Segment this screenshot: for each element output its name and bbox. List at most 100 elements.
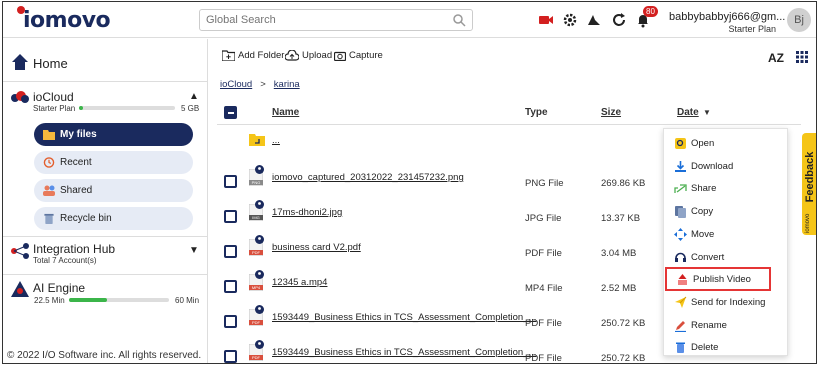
sidebar-item-label: My files [60,129,97,140]
file-size: 2.52 MB [601,283,637,294]
breadcrumb-separator: > [260,79,266,90]
context-menu-item-convert[interactable]: Convert [664,246,789,268]
row-checkbox[interactable] [224,315,237,328]
notification-badge: 80 [643,6,658,17]
capture-button[interactable]: Capture [333,50,383,62]
context-menu-item-rename[interactable]: Rename [664,314,789,336]
add-folder-icon [221,50,236,62]
row-checkbox[interactable] [224,175,237,188]
context-menu-label: Send for Indexing [691,296,766,308]
feedback-text: Feedback [804,151,816,203]
breadcrumb-root[interactable]: ioCloud [220,79,252,90]
sidebar: Home ioCloud ▲ Starter Plan 5 GB My file… [3,39,208,363]
file-name[interactable]: 1593449_Business Ethics in TCS_Assessmen… [272,347,536,358]
chevron-down-icon[interactable]: ▼ [189,245,199,256]
feedback-tab[interactable]: Feedback iomovo [802,131,816,235]
global-search[interactable] [199,9,473,31]
add-folder-label: Add Folder [238,50,285,62]
user-email[interactable]: babbybabbyj666@gm... [669,11,785,23]
file-size: 13.37 KB [601,213,641,224]
file-name[interactable]: 17ms-dhoni2.jpg [272,207,342,218]
file-type: PNG File [525,178,564,189]
refresh-icon[interactable] [611,12,627,28]
theme-toggle-icon[interactable] [586,12,602,28]
file-name[interactable]: 12345 a.mp4 [272,277,327,288]
context-menu-item-download[interactable]: Download [664,155,789,177]
context-menu-item-send-for-indexing[interactable]: Send for Indexing [664,291,789,313]
sidebar-item-home[interactable]: Home [11,53,68,73]
svg-text:IMG: IMG [252,215,260,220]
share-badge-icon [255,305,264,314]
sidebar-item-my-files[interactable]: My files [34,123,193,146]
ai-engine-icon [11,281,29,297]
context-menu-item-delete[interactable]: Delete [664,336,789,358]
row-checkbox[interactable] [224,210,237,223]
file-name[interactable]: 1593449_Business Ethics in TCS_Assessmen… [272,312,536,323]
ai-used: 22.5 Min [34,296,65,305]
recycle-bin-icon [44,213,54,224]
sidebar-item-recycle-bin[interactable]: Recycle bin [34,207,193,230]
chevron-up-icon[interactable]: ▲ [189,91,199,102]
feedback-label: Feedback [804,131,816,223]
rename-icon [675,320,686,332]
column-name[interactable]: Name [272,107,299,118]
column-date[interactable]: Date [677,107,699,118]
svg-text:MP4: MP4 [252,285,261,290]
file-name[interactable]: iomovo_captured_20312022_231457232.png [272,172,464,183]
upload-button[interactable]: Upload [284,49,332,61]
sort-az-button[interactable]: AZ [768,51,784,65]
search-icon[interactable] [452,13,466,27]
row-checkbox[interactable] [224,280,237,293]
gear-icon[interactable] [562,12,578,28]
capture-label: Capture [349,50,383,62]
clock-icon [43,157,55,168]
file-type: MP4 File [525,283,563,294]
context-menu-label: Rename [691,319,727,331]
column-size[interactable]: Size [601,107,621,118]
iocloud-title[interactable]: ioCloud [33,90,74,104]
folder-icon [43,130,55,140]
iocloud-plan: Starter Plan [33,104,76,113]
search-input[interactable] [200,10,440,30]
context-menu-item-open[interactable]: Open [664,132,789,154]
file-name[interactable]: business card V2.pdf [272,242,361,253]
sidebar-item-shared[interactable]: Shared [34,179,193,202]
storage-quota: 5 GB [181,104,200,113]
share-badge-icon [255,165,264,174]
select-all-checkbox[interactable] [224,106,237,119]
sort-desc-icon[interactable]: ▼ [703,108,711,117]
avatar[interactable]: Bj [787,8,811,32]
open-icon [675,138,686,149]
add-folder-button[interactable]: Add Folder [221,50,285,62]
context-menu-label: Download [691,160,734,172]
copyright: © 2022 I/O Software inc. All rights rese… [7,350,202,361]
sidebar-item-label: Shared [60,185,93,196]
row-checkbox[interactable] [224,245,237,258]
sidebar-item-label: Recycle bin [60,213,112,224]
breadcrumb: ioCloud > karina [220,79,300,90]
context-menu-item-copy[interactable]: Copy [664,200,789,222]
integration-hub-title[interactable]: Integration Hub [33,242,115,256]
context-menu-label: Copy [691,206,714,218]
sidebar-item-recent[interactable]: Recent [34,151,193,174]
cloud-icon [11,91,29,103]
shared-users-icon [43,185,55,196]
context-menu-item-share[interactable]: Share [664,177,789,199]
record-video-icon[interactable] [538,12,554,28]
context-menu-item-publish-video[interactable]: Publish Video [665,267,771,292]
top-bar: iomovo 80 babbybabbyj666@gm... Starter P… [3,2,816,38]
column-type[interactable]: Type [525,107,548,118]
context-menu: Open Download Share Copy Move Convert Publish … [663,128,788,356]
context-menu-label: Move [691,228,715,240]
parent-folder-label[interactable]: ... [272,135,280,146]
breadcrumb-current[interactable]: karina [274,79,300,90]
copy-icon [675,206,686,219]
grid-view-icon[interactable] [796,51,808,63]
app-logo[interactable]: iomovo [13,6,111,33]
ai-total: 60 Min [175,296,200,305]
context-menu-item-move[interactable]: Move [664,223,789,245]
ai-engine-title[interactable]: AI Engine [33,281,85,295]
storage-bar-fill [79,106,83,110]
row-checkbox[interactable] [224,350,237,363]
move-icon [674,227,687,241]
